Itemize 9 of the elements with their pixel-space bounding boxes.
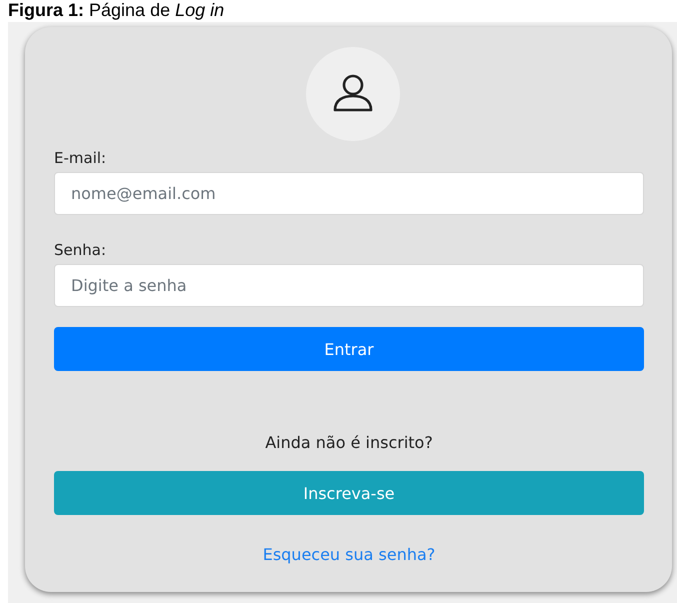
field-label: Senha: xyxy=(54,241,108,259)
login-button[interactable]: Entrar xyxy=(54,327,644,371)
email-field[interactable]: nome@email.com xyxy=(54,172,644,215)
figure-caption: Figura 1: Página de Log in xyxy=(7,0,226,22)
field-label: E-mail: xyxy=(54,149,108,167)
forgot-password-link[interactable]: Esqueceu sua senha? xyxy=(262,545,436,564)
signup-prompt: Ainda não é inscrito? xyxy=(264,433,434,452)
signup-button[interactable]: Inscreva-se xyxy=(54,471,644,515)
password-field[interactable]: Digite a senha xyxy=(54,264,644,307)
